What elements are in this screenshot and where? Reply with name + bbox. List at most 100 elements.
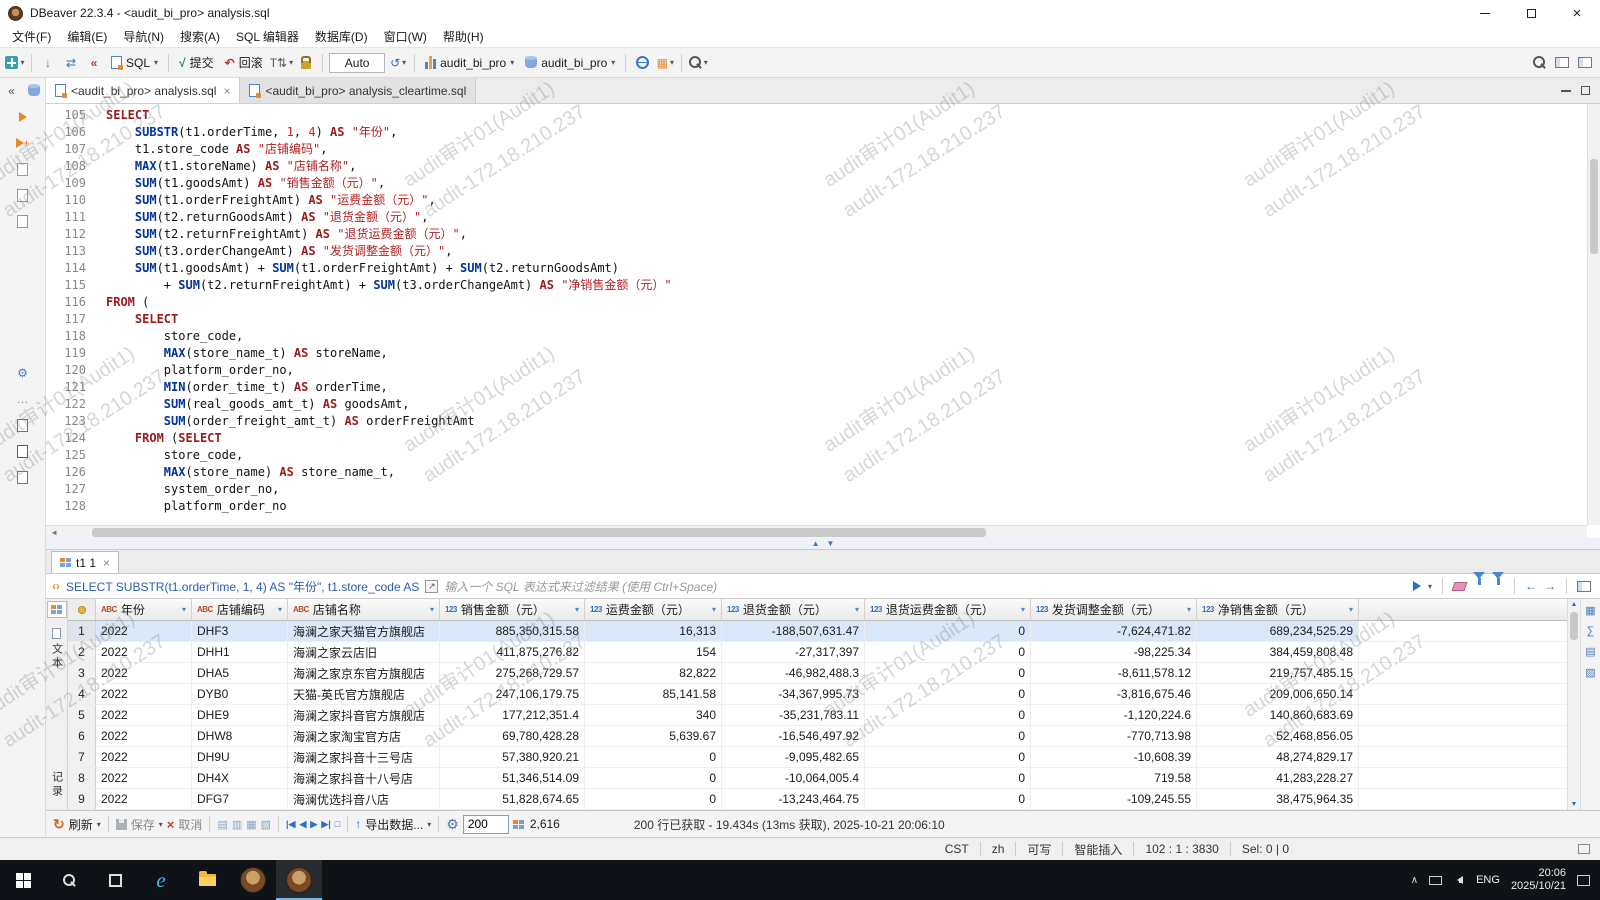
table-cell[interactable]: 154: [585, 642, 722, 662]
table-cell[interactable]: -34,367,995.73: [722, 684, 865, 704]
table-cell[interactable]: DHE9: [192, 705, 288, 725]
column-header[interactable]: ABC店铺名称▾: [288, 599, 440, 620]
table-cell[interactable]: 0: [585, 768, 722, 788]
export-button[interactable]: 导出数据...: [365, 816, 423, 833]
editor-vertical-scrollbar[interactable]: [1587, 104, 1600, 525]
row-number[interactable]: 7: [68, 747, 96, 767]
table-cell[interactable]: 885,350,315.58: [440, 621, 585, 641]
table-cell[interactable]: 天猫-英氏官方旗舰店: [288, 684, 440, 704]
table-cell[interactable]: 5,639.67: [585, 726, 722, 746]
perspective-button[interactable]: [1552, 53, 1572, 73]
globe-icon[interactable]: [632, 53, 652, 73]
table-cell[interactable]: -770,713.98: [1031, 726, 1197, 746]
database-navigator-icon[interactable]: [25, 82, 43, 100]
transaction-log-button[interactable]: ↺▾: [388, 53, 408, 73]
table-cell[interactable]: 0: [865, 747, 1031, 767]
first-row-icon[interactable]: |◀: [286, 819, 295, 830]
apply-filter-icon[interactable]: [1413, 581, 1421, 591]
table-cell[interactable]: 2022: [96, 789, 192, 809]
row-number[interactable]: 4: [68, 684, 96, 704]
table-cell[interactable]: 52,468,856.05: [1197, 726, 1359, 746]
table-cell[interactable]: 2022: [96, 747, 192, 767]
sql-editor[interactable]: 1051061071081091101111121131141151161171…: [46, 104, 1600, 538]
taskbar-explorer-button[interactable]: [184, 860, 230, 900]
filter-input[interactable]: 输入一个 SQL 表达式来过滤结果 (使用 Ctrl+Space): [444, 578, 1407, 595]
results-tab[interactable]: t1 1 ×: [51, 551, 119, 573]
value-viewer-icon[interactable]: ▦: [1585, 604, 1595, 617]
table-cell[interactable]: -16,546,497.92: [722, 726, 865, 746]
tray-expand-icon[interactable]: ∧: [1411, 875, 1418, 886]
table-cell[interactable]: DYB0: [192, 684, 288, 704]
table-cell[interactable]: 340: [585, 705, 722, 725]
table-cell[interactable]: DH4X: [192, 768, 288, 788]
menu-item[interactable]: 数据库(D): [307, 26, 376, 47]
add-row-icon[interactable]: ▥: [232, 818, 242, 831]
column-header[interactable]: 123发货调整金额（元）▾: [1031, 599, 1197, 620]
maximize-view-icon[interactable]: [1581, 86, 1590, 95]
export-script-icon[interactable]: [14, 416, 32, 434]
language-indicator[interactable]: ENG: [1476, 874, 1500, 886]
menu-item[interactable]: 文件(F): [4, 26, 59, 47]
minimize-view-icon[interactable]: [1561, 90, 1571, 92]
column-header[interactable]: 123退货金额（元）▾: [722, 599, 865, 620]
maximize-button[interactable]: [1508, 0, 1554, 26]
save-button[interactable]: 保存: [131, 816, 155, 833]
table-cell[interactable]: -13,243,464.75: [722, 789, 865, 809]
table-cell[interactable]: 海澜之家抖音十八号店: [288, 768, 440, 788]
table-cell[interactable]: DHF3: [192, 621, 288, 641]
maximize-results-icon[interactable]: ▼: [827, 540, 835, 548]
start-button[interactable]: [0, 860, 46, 900]
table-cell[interactable]: 0: [585, 789, 722, 809]
table-cell[interactable]: -3,816,675.46: [1031, 684, 1197, 704]
execute-script-icon[interactable]: +: [14, 134, 32, 152]
taskbar-dbeaver-active-button[interactable]: [276, 860, 322, 900]
menu-item[interactable]: 搜索(A): [172, 26, 228, 47]
table-cell[interactable]: 0: [865, 642, 1031, 662]
filter-expression-icon[interactable]: ‹›: [52, 579, 60, 593]
table-cell[interactable]: 411,875,276.82: [440, 642, 585, 662]
row-number[interactable]: 3: [68, 663, 96, 683]
editor-horizontal-scrollbar[interactable]: ◀: [46, 525, 1587, 538]
search-dropdown-button[interactable]: ▾: [688, 53, 708, 73]
scroll-left-icon[interactable]: ◀: [46, 524, 62, 539]
table-cell[interactable]: 140,860,683.69: [1197, 705, 1359, 725]
table-cell[interactable]: 0: [865, 789, 1031, 809]
explain-plan-icon[interactable]: [14, 160, 32, 178]
tab-close-icon[interactable]: ×: [103, 556, 110, 570]
delete-row-icon[interactable]: ▧: [261, 818, 271, 831]
table-cell[interactable]: -10,608.39: [1031, 747, 1197, 767]
table-cell[interactable]: 海澜之家天猫官方旗舰店: [288, 621, 440, 641]
volume-icon[interactable]: [1453, 875, 1465, 886]
next-row-icon[interactable]: ▶: [310, 819, 317, 830]
action-center-icon[interactable]: [1577, 875, 1590, 886]
more-actions-icon[interactable]: …: [14, 390, 32, 408]
table-cell[interactable]: 0: [865, 726, 1031, 746]
row-number[interactable]: 8: [68, 768, 96, 788]
table-cell[interactable]: 2022: [96, 663, 192, 683]
sync-icon[interactable]: ⇄: [61, 53, 81, 73]
custom-filter-icon[interactable]: [1492, 579, 1504, 593]
table-cell[interactable]: 719.58: [1031, 768, 1197, 788]
autocommit-dropdown[interactable]: Auto: [329, 53, 385, 73]
filter-query-text[interactable]: SELECT SUBSTR(t1.orderTime, 1, 4) AS "年份…: [66, 578, 419, 595]
nav-back-icon[interactable]: ←: [1525, 579, 1537, 593]
tray-monitor-icon[interactable]: [1429, 876, 1442, 885]
menu-item[interactable]: SQL 编辑器: [228, 26, 307, 47]
table-cell[interactable]: 16,313: [585, 621, 722, 641]
table-cell[interactable]: 0: [865, 663, 1031, 683]
table-cell[interactable]: 57,380,920.21: [440, 747, 585, 767]
column-header[interactable]: ABC店铺编码▾: [192, 599, 288, 620]
table-cell[interactable]: DHA5: [192, 663, 288, 683]
table-cell[interactable]: 2022: [96, 642, 192, 662]
table-cell[interactable]: -188,507,631.47: [722, 621, 865, 641]
last-row-icon[interactable]: ▶|: [321, 819, 330, 830]
table-cell[interactable]: 689,234,525.29: [1197, 621, 1359, 641]
tab-analysis-sql[interactable]: <audit_bi_pro> analysis.sql ×: [46, 78, 240, 103]
table-cell[interactable]: 0: [865, 768, 1031, 788]
goto-row-icon[interactable]: □: [335, 819, 340, 829]
column-header[interactable]: ABC年份▾: [96, 599, 192, 620]
panel-toggle-icon[interactable]: [1577, 581, 1591, 592]
scrollbar-thumb[interactable]: [92, 528, 986, 537]
taskbar-search-button[interactable]: [46, 860, 92, 900]
notifications-icon[interactable]: [1578, 844, 1590, 854]
